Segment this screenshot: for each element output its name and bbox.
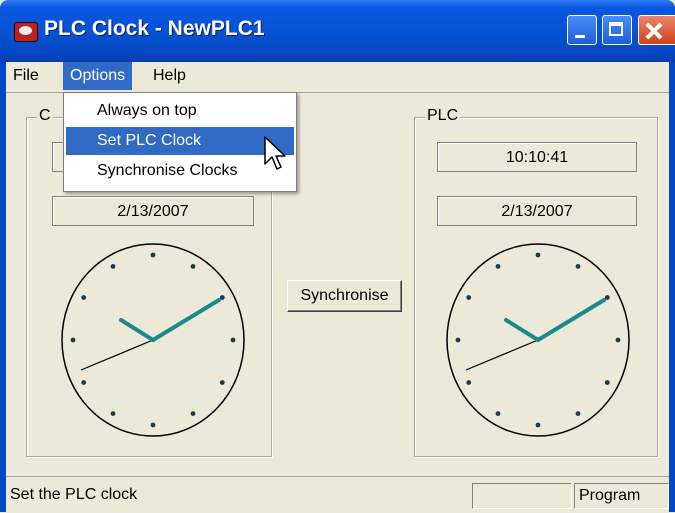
plc-analog-clock: [446, 243, 630, 437]
plc-clock-app-icon[interactable]: [14, 22, 38, 42]
window-title: PLC Clock - NewPLC1: [44, 17, 265, 40]
synchronise-button[interactable]: Synchronise: [287, 280, 402, 312]
minimize-button[interactable]: [567, 15, 597, 45]
menu-item-synchronise-clocks[interactable]: Synchronise Clocks: [66, 157, 294, 185]
clock-hour-dot: [575, 411, 581, 417]
computer-analog-clock: [61, 243, 245, 437]
clock-hour-dot: [81, 295, 87, 300]
clock-hour-hand: [119, 318, 155, 342]
menu-bar: File Options Help: [6, 62, 669, 90]
computer-group-label: C: [37, 107, 53, 125]
clock-hour-dot: [466, 380, 472, 385]
window-frame-right: [669, 62, 675, 512]
status-mode: Program: [574, 483, 669, 509]
clock-minute-hand: [151, 298, 221, 342]
mouse-pointer-icon: [264, 136, 286, 170]
clock-hour-dot: [190, 411, 196, 417]
clock-hour-hand: [504, 318, 540, 342]
menu-options[interactable]: Options: [63, 62, 133, 90]
clock-hour-dot: [150, 252, 156, 258]
clock-hour-dot: [219, 380, 225, 385]
computer-date-field: 2/13/2007: [52, 196, 254, 226]
clock-hour-dot: [535, 252, 541, 258]
title-bar[interactable]: PLC Clock - NewPLC1: [0, 0, 675, 62]
status-bar: Set the PLC clock Program: [6, 476, 669, 513]
clock-hour-dot: [190, 263, 196, 269]
clock-hour-dot: [70, 337, 76, 343]
plc-clock-window: PLC Clock - NewPLC1 File Options Help C …: [0, 0, 675, 513]
clock-second-hand: [80, 339, 154, 371]
clock-hour-dot: [495, 411, 501, 417]
menu-item-set-plc-clock[interactable]: Set PLC Clock: [66, 127, 294, 155]
menu-file[interactable]: File: [8, 62, 44, 90]
clock-hour-dot: [604, 380, 610, 385]
status-pane-blank: [472, 483, 572, 509]
clock-hour-dot: [495, 263, 501, 269]
close-button[interactable]: [638, 15, 675, 45]
clock-hour-dot: [575, 263, 581, 269]
clock-hour-dot: [230, 337, 236, 343]
clock-hour-dot: [110, 411, 116, 417]
clock-hour-dot: [150, 422, 156, 428]
options-dropdown-menu: Always on top Set PLC Clock Synchronise …: [63, 92, 297, 192]
clock-hour-dot: [455, 337, 461, 343]
menu-item-always-on-top[interactable]: Always on top: [66, 97, 294, 125]
clock-hour-dot: [535, 422, 541, 428]
maximize-button[interactable]: [602, 15, 632, 45]
menu-help[interactable]: Help: [148, 62, 191, 90]
clock-hour-dot: [81, 380, 87, 385]
clock-hour-dot: [466, 295, 472, 300]
status-message: Set the PLC clock: [10, 486, 138, 503]
plc-group-label: PLC: [425, 107, 461, 125]
plc-date-field: 2/13/2007: [437, 196, 637, 226]
clock-second-hand: [465, 339, 539, 371]
clock-hour-dot: [110, 263, 116, 269]
clock-minute-hand: [536, 298, 606, 342]
plc-time-field: 10:10:41: [437, 142, 637, 172]
clock-hour-dot: [615, 337, 621, 343]
